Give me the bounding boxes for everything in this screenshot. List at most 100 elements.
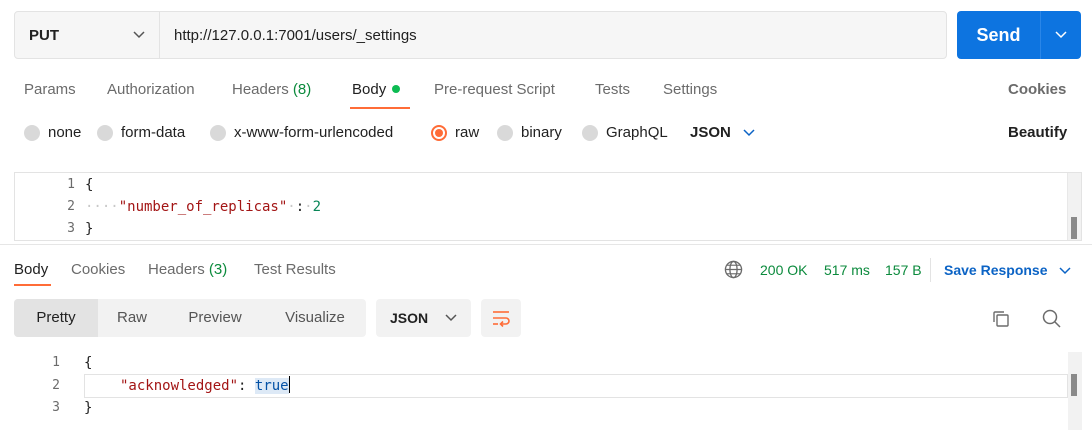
- tab-test-results[interactable]: Test Results: [254, 260, 336, 280]
- tab-headers-label: Headers: [148, 261, 205, 278]
- code-line: 3 }: [0, 397, 1000, 419]
- code-content: ····"number_of_replicas"·:·2: [85, 196, 321, 218]
- json-key: "acknowledged": [120, 378, 239, 394]
- tab-headers[interactable]: Headers (8): [232, 79, 311, 101]
- code-line: 2 ····"number_of_replicas"·:·2: [15, 196, 1081, 218]
- modified-dot-icon: [392, 85, 401, 93]
- request-body-editor[interactable]: 1 { 2 ····"number_of_replicas"·:·2 3 }: [14, 172, 1082, 241]
- send-options-button[interactable]: [1041, 11, 1081, 59]
- code-line: 1 {: [0, 352, 1000, 374]
- beautify-link[interactable]: Beautify: [1008, 124, 1067, 141]
- radio-graphql[interactable]: GraphQL: [582, 124, 668, 141]
- radio-circle-icon: [582, 124, 598, 141]
- headers-count: (3): [208, 261, 228, 278]
- json-value: true: [254, 378, 289, 394]
- tab-authorization[interactable]: Authorization: [107, 79, 195, 101]
- method-select[interactable]: PUT: [15, 12, 160, 58]
- view-raw-button[interactable]: Raw: [98, 299, 166, 337]
- headers-count: (8): [292, 81, 312, 98]
- save-response-button[interactable]: Save Response: [944, 260, 1071, 280]
- open-brace: {: [85, 177, 94, 193]
- scrollbar-thumb[interactable]: [1071, 374, 1077, 396]
- wrap-lines-icon: [493, 311, 510, 327]
- scrollbar-thumb[interactable]: [1071, 217, 1077, 239]
- radio-form-data[interactable]: form-data: [97, 124, 185, 141]
- radio-circle-icon: [210, 124, 226, 141]
- view-pretty-button[interactable]: Pretty: [14, 299, 98, 337]
- line-number: 3: [67, 221, 75, 236]
- line-number: 1: [52, 355, 60, 370]
- tab-params[interactable]: Params: [24, 79, 76, 101]
- radio-selected-icon: [431, 124, 447, 141]
- search-icon[interactable]: [1041, 308, 1062, 329]
- radio-none[interactable]: none: [24, 124, 81, 141]
- radio-binary[interactable]: binary: [497, 124, 562, 141]
- chevron-down-icon: [445, 314, 457, 322]
- radio-label: GraphQL: [606, 124, 668, 141]
- divider: [930, 258, 931, 282]
- tab-settings[interactable]: Settings: [663, 79, 717, 101]
- radio-raw[interactable]: raw: [431, 124, 479, 141]
- body-type-selector: none form-data x-www-form-urlencoded raw…: [0, 124, 1092, 146]
- tab-response-body[interactable]: Body: [14, 260, 48, 280]
- json-value: 2: [312, 199, 322, 215]
- active-tab-underline: [350, 107, 410, 109]
- view-preview-button[interactable]: Preview: [166, 299, 264, 337]
- globe-icon[interactable]: [724, 260, 743, 279]
- radio-circle-icon: [24, 124, 40, 141]
- response-size[interactable]: 157 B: [885, 260, 922, 280]
- format-select[interactable]: JSON: [690, 124, 755, 141]
- line-number: 2: [52, 378, 60, 393]
- request-tabs: Params Authorization Headers (8) Body Pr…: [0, 79, 1092, 103]
- code-content: "acknowledged": true: [120, 375, 290, 397]
- chevron-down-icon: [1059, 267, 1071, 275]
- request-url-bar: PUT http://127.0.0.1:7001/users/_setting…: [14, 11, 947, 59]
- url-text: http://127.0.0.1:7001/users/_settings: [174, 26, 417, 44]
- line-number: 1: [67, 177, 75, 192]
- whitespace-marker: ·: [287, 199, 296, 215]
- code-line: 1 {: [15, 174, 1081, 196]
- save-response-label: Save Response: [944, 262, 1048, 278]
- copy-icon[interactable]: [991, 309, 1011, 329]
- response-format-select[interactable]: JSON: [376, 299, 471, 337]
- pane-divider[interactable]: [0, 244, 1092, 245]
- json-colon: :: [295, 199, 305, 215]
- tab-tests[interactable]: Tests: [595, 79, 630, 101]
- whitespace-marker: ·: [304, 199, 313, 215]
- radio-label: none: [48, 124, 82, 141]
- text-cursor: [288, 376, 290, 393]
- format-label: JSON: [690, 124, 731, 141]
- radio-label: x-www-form-urlencoded: [234, 124, 394, 141]
- radio-circle-icon: [497, 124, 513, 141]
- method-label: PUT: [29, 26, 59, 44]
- response-scrollbar[interactable]: [1068, 352, 1082, 430]
- line-number: 2: [67, 199, 75, 214]
- tab-response-headers[interactable]: Headers (3): [148, 260, 227, 280]
- response-time[interactable]: 517 ms: [824, 260, 870, 280]
- send-label: Send: [957, 11, 1041, 59]
- line-number: 3: [52, 400, 60, 415]
- editor-scrollbar[interactable]: [1067, 173, 1081, 240]
- tab-prerequest[interactable]: Pre-request Script: [434, 79, 555, 101]
- radio-label: raw: [455, 124, 480, 141]
- wrap-lines-button[interactable]: [481, 299, 521, 337]
- tab-response-cookies[interactable]: Cookies: [71, 260, 125, 280]
- cookies-link[interactable]: Cookies: [1008, 79, 1066, 101]
- active-tab-underline: [14, 284, 51, 286]
- view-visualize-button[interactable]: Visualize: [264, 299, 366, 337]
- chevron-down-icon: [1055, 31, 1067, 39]
- whitespace-marker: ····: [85, 199, 119, 215]
- radio-urlencoded[interactable]: x-www-form-urlencoded: [210, 124, 393, 141]
- response-view-selector: Pretty Raw Preview Visualize: [14, 299, 366, 337]
- status-code[interactable]: 200 OK: [760, 260, 807, 280]
- response-body-viewer[interactable]: 1 { 2 "acknowledged": true 3 }: [0, 352, 1092, 430]
- radio-circle-icon: [97, 124, 113, 141]
- close-brace: }: [84, 400, 93, 416]
- tab-body-label: Body: [352, 81, 387, 98]
- radio-label: form-data: [121, 124, 186, 141]
- send-button[interactable]: Send: [957, 11, 1081, 59]
- tab-body[interactable]: Body: [352, 79, 401, 101]
- open-brace: {: [84, 355, 93, 371]
- url-input[interactable]: http://127.0.0.1:7001/users/_settings: [160, 12, 417, 58]
- radio-label: binary: [521, 124, 562, 141]
